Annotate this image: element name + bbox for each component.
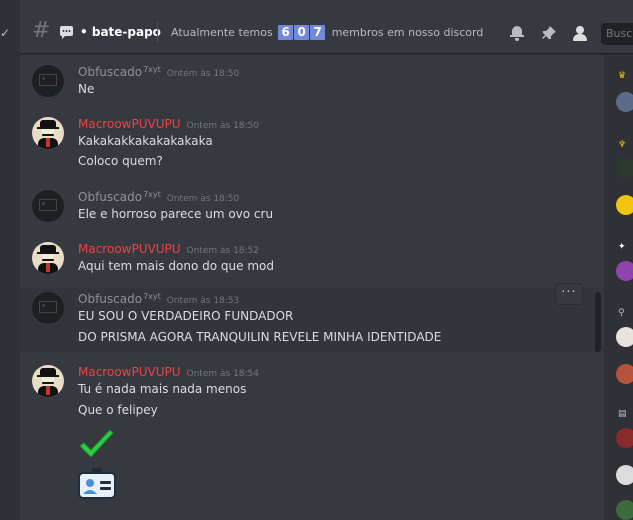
channel-name-text: bate-papo <box>91 25 161 39</box>
threads-icon[interactable] <box>60 26 73 39</box>
message-text: Ele e horroso parece um ovo cru <box>78 207 274 221</box>
timestamp: Ontem às 18:54 <box>186 369 259 379</box>
search-input[interactable]: Busca <box>601 23 633 45</box>
message-text: Kakakakkakakakakaka <box>78 134 213 148</box>
timestamp: Ontem às 18:50 <box>166 194 240 204</box>
topic-prefix: Atualmente temos <box>171 26 273 39</box>
topic-suffix: membros em nosso discord <box>331 26 484 39</box>
chevron-icon[interactable]: ✓ <box>0 26 10 40</box>
message-text: Ne <box>78 82 95 96</box>
member-digit: 6 <box>278 25 294 40</box>
message: Obfuscado7xyt Ontem às 18:50 Ne <box>20 63 600 103</box>
author-name[interactable]: MacroowPUVUPU <box>78 242 181 256</box>
author-suffix: 7xyt <box>143 190 161 199</box>
message-text: Tu é nada mais nada menos <box>78 382 247 396</box>
avatar[interactable] <box>32 292 64 324</box>
member-avatar[interactable] <box>616 327 633 347</box>
member-avatar[interactable] <box>616 158 633 178</box>
role-icon: ♆ <box>618 140 627 150</box>
author-name[interactable]: Obfuscado <box>78 292 142 306</box>
avatar[interactable] <box>32 365 64 397</box>
message-text: Coloco quem? <box>78 154 163 168</box>
role-icon: ▤ <box>618 409 627 419</box>
sparkle-icon: ✦ <box>618 242 626 252</box>
message-text: Que o felipey <box>78 403 158 417</box>
author-name[interactable]: Obfuscado <box>78 190 142 204</box>
message-header: Obfuscado7xyt Ontem às 18:50 <box>78 65 239 79</box>
avatar[interactable] <box>32 65 64 97</box>
author-name[interactable]: Obfuscado <box>78 65 142 79</box>
avatar[interactable] <box>32 190 64 222</box>
bell-icon[interactable] <box>509 25 525 41</box>
timestamp: Ontem às 18:50 <box>166 69 240 79</box>
message-list: Obfuscado7xyt Ontem às 18:50 Ne MacroowPU… <box>20 55 600 520</box>
author-name[interactable]: MacroowPUVUPU <box>78 117 181 131</box>
message: MacroowPUVUPU Ontem às 18:52 Aqui tem mai… <box>20 240 600 280</box>
member-list-edge: ♛ ♆ ✦ ⚲ ▤ <box>604 55 633 520</box>
member-avatar[interactable] <box>616 92 633 112</box>
member-count: 607 <box>278 25 326 40</box>
members-icon[interactable] <box>572 25 588 41</box>
member-digit: 0 <box>294 25 310 40</box>
message-header: MacroowPUVUPU Ontem às 18:52 <box>78 242 259 256</box>
message-text: EU SOU O VERDADEIRO FUNDADOR <box>78 309 294 323</box>
message: MacroowPUVUPU Ontem às 18:50 Kakakakkakak… <box>20 115 600 175</box>
timestamp: Ontem às 18:50 <box>186 121 259 131</box>
member-avatar[interactable] <box>616 465 633 485</box>
timestamp: Ontem às 18:52 <box>186 246 259 256</box>
member-digit: 7 <box>310 25 326 40</box>
member-avatar[interactable] <box>616 195 633 215</box>
timestamp: Ontem às 18:53 <box>166 296 240 306</box>
member-avatar[interactable] <box>616 261 633 281</box>
message: Obfuscado7xyt Ontem às 18:50 Ele e horros… <box>20 188 600 228</box>
message-header: Obfuscado7xyt Ontem às 18:53 <box>78 292 239 306</box>
member-avatar[interactable] <box>616 500 633 520</box>
member-avatar[interactable] <box>616 364 633 384</box>
channel-header: # • bate-papo Atualmente temos 607 membr… <box>20 0 633 54</box>
more-icon[interactable]: ··· <box>555 283 583 305</box>
header-divider <box>157 22 158 42</box>
search-icon: ⚲ <box>618 308 625 318</box>
author-suffix: 7xyt <box>143 65 161 74</box>
avatar[interactable] <box>32 117 64 149</box>
id-card-emoji[interactable] <box>78 467 116 499</box>
author-suffix: 7xyt <box>143 292 161 301</box>
scrollbar-thumb[interactable] <box>595 292 601 352</box>
channel-name: • bate-papo <box>80 25 161 39</box>
avatar[interactable] <box>32 242 64 274</box>
check-mark-emoji[interactable] <box>78 428 114 460</box>
channel-topic: Atualmente temos 607 membros em nosso di… <box>171 25 483 40</box>
pin-icon[interactable] <box>541 25 557 41</box>
message-header: MacroowPUVUPU Ontem às 18:54 <box>78 365 259 379</box>
channel-sidebar-edge: ✓ <box>0 0 20 520</box>
message-text: DO PRISMA AGORA TRANQUILIN REVELE MINHA … <box>78 330 442 344</box>
hash-icon: # <box>32 18 51 43</box>
author-name[interactable]: MacroowPUVUPU <box>78 365 181 379</box>
message-header: MacroowPUVUPU Ontem às 18:50 <box>78 117 259 131</box>
message-text: Aqui tem mais dono do que mod <box>78 259 274 273</box>
crown-icon: ♛ <box>618 71 627 81</box>
message: Obfuscado7xyt Ontem às 18:53 EU SOU O VER… <box>20 283 600 352</box>
message-header: Obfuscado7xyt Ontem às 18:50 <box>78 190 239 204</box>
member-avatar[interactable] <box>616 428 633 448</box>
